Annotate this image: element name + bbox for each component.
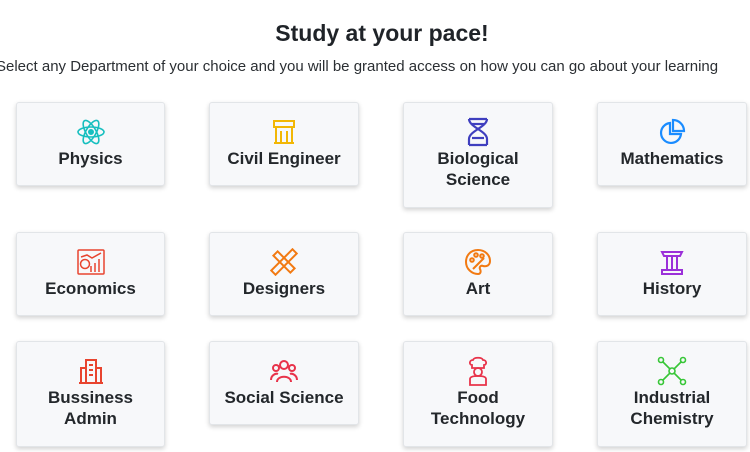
page-subtitle: Select any Department of your choice and… bbox=[0, 58, 719, 75]
finance-chart-icon bbox=[76, 247, 106, 277]
pillar-icon bbox=[659, 247, 685, 277]
department-label: Civil Engineer bbox=[227, 149, 341, 168]
department-card-food-technology[interactable]: Food Technology bbox=[403, 341, 553, 447]
department-label: Mathematics bbox=[620, 149, 724, 168]
pie-chart-icon bbox=[658, 117, 686, 147]
department-card-physics[interactable]: Physics bbox=[16, 102, 165, 186]
department-label: History bbox=[642, 279, 702, 298]
department-label: Social Science bbox=[224, 388, 344, 407]
department-label: Industrial Chemistry bbox=[630, 388, 714, 428]
department-card-economics[interactable]: Economics bbox=[16, 232, 165, 316]
department-label: Biological Science bbox=[437, 149, 519, 189]
page-title: Study at your pace! bbox=[275, 20, 489, 46]
office-building-icon bbox=[78, 356, 104, 386]
department-card-mathematics[interactable]: Mathematics bbox=[597, 102, 747, 186]
chef-icon bbox=[465, 356, 491, 386]
department-label: Physics bbox=[58, 149, 123, 168]
department-label: Art bbox=[465, 279, 491, 298]
department-card-civil-engineer[interactable]: Civil Engineer bbox=[209, 102, 359, 186]
department-card-biological-science[interactable]: Biological Science bbox=[403, 102, 553, 208]
department-card-bussiness-admin[interactable]: Bussiness Admin bbox=[16, 341, 165, 447]
building-icon bbox=[270, 117, 298, 147]
department-label: Food Technology bbox=[430, 388, 526, 428]
pencil-ruler-icon bbox=[270, 247, 298, 277]
palette-icon bbox=[464, 247, 492, 277]
atom-icon bbox=[76, 117, 106, 147]
department-label: Designers bbox=[242, 279, 326, 298]
department-card-industrial-chemistry[interactable]: Industrial Chemistry bbox=[597, 341, 747, 447]
dna-icon bbox=[466, 117, 490, 147]
department-label: Bussiness Admin bbox=[47, 388, 134, 428]
department-card-social-science[interactable]: Social Science bbox=[209, 341, 359, 425]
department-card-history[interactable]: History bbox=[597, 232, 747, 316]
department-card-art[interactable]: Art bbox=[403, 232, 553, 316]
department-card-designers[interactable]: Designers bbox=[209, 232, 359, 316]
molecule-icon bbox=[657, 356, 687, 386]
department-label: Economics bbox=[45, 279, 136, 298]
people-group-icon bbox=[270, 356, 298, 386]
